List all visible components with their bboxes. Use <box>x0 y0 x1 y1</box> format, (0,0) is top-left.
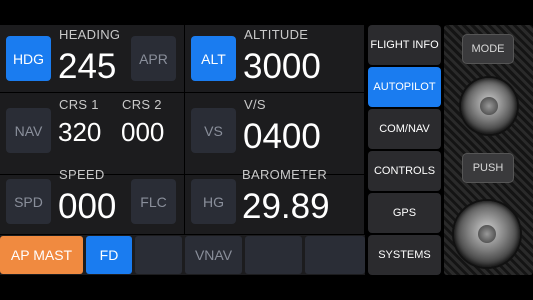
mode-button[interactable]: MODE <box>462 34 514 64</box>
menu-com-nav[interactable]: COM/NAV <box>368 109 441 149</box>
lower-knob[interactable] <box>454 201 520 267</box>
ap-master-button[interactable]: AP MAST <box>0 236 83 274</box>
apr-mode-button[interactable]: APR <box>131 36 176 81</box>
upper-knob-center <box>480 97 498 115</box>
crs1-value[interactable]: 320 <box>58 117 101 148</box>
spd-mode-button[interactable]: SPD <box>6 179 51 224</box>
menu-autopilot[interactable]: AUTOPILOT <box>368 67 441 107</box>
barometer-value[interactable]: 29.89 <box>242 187 330 227</box>
autopilot-panel: HDG HEADING 245 APR ALT ALTITUDE 3000 NA… <box>0 25 365 275</box>
hg-mode-button[interactable]: HG <box>191 179 236 224</box>
vs-label: V/S <box>244 97 266 112</box>
speed-label: SPEED <box>59 167 105 182</box>
hdg-mode-button[interactable]: HDG <box>6 36 51 81</box>
nav-cell: NAV CRS 1 320 CRS 2 000 <box>0 93 185 175</box>
heading-cell: HDG HEADING 245 APR <box>0 25 185 93</box>
altitude-label: ALTITUDE <box>244 27 309 42</box>
lower-knob-center <box>478 225 496 243</box>
vs-value[interactable]: 0400 <box>243 117 321 157</box>
menu-gps[interactable]: GPS <box>368 193 441 233</box>
barometer-cell: HG BAROMETER 29.89 <box>185 167 365 235</box>
blank-button-1[interactable] <box>135 236 182 274</box>
upper-knob[interactable] <box>461 78 517 134</box>
barometer-label: BAROMETER <box>242 167 328 182</box>
speed-value[interactable]: 000 <box>58 187 116 227</box>
blank-button-3[interactable] <box>305 236 365 274</box>
heading-label: HEADING <box>59 27 121 42</box>
menu-controls[interactable]: CONTROLS <box>368 151 441 191</box>
vs-cell: VS V/S 0400 <box>185 93 365 175</box>
push-button[interactable]: PUSH <box>462 153 514 183</box>
menu-flight-info[interactable]: FLIGHT INFO <box>368 25 441 65</box>
hardware-panel: MODE PUSH <box>444 25 533 275</box>
altitude-cell: ALT ALTITUDE 3000 <box>185 25 365 93</box>
fd-button[interactable]: FD <box>86 236 132 274</box>
menu-systems[interactable]: SYSTEMS <box>368 235 441 275</box>
flc-mode-button[interactable]: FLC <box>131 179 176 224</box>
speed-cell: SPD SPEED 000 FLC <box>0 167 185 235</box>
crs2-label: CRS 2 <box>122 97 162 112</box>
vnav-button[interactable]: VNAV <box>185 236 242 274</box>
blank-button-2[interactable] <box>245 236 302 274</box>
alt-mode-button[interactable]: ALT <box>191 36 236 81</box>
crs2-value[interactable]: 000 <box>121 117 164 148</box>
nav-mode-button[interactable]: NAV <box>6 108 51 153</box>
heading-value[interactable]: 245 <box>58 47 116 87</box>
vs-mode-button[interactable]: VS <box>191 108 236 153</box>
altitude-value[interactable]: 3000 <box>243 47 321 87</box>
crs1-label: CRS 1 <box>59 97 99 112</box>
